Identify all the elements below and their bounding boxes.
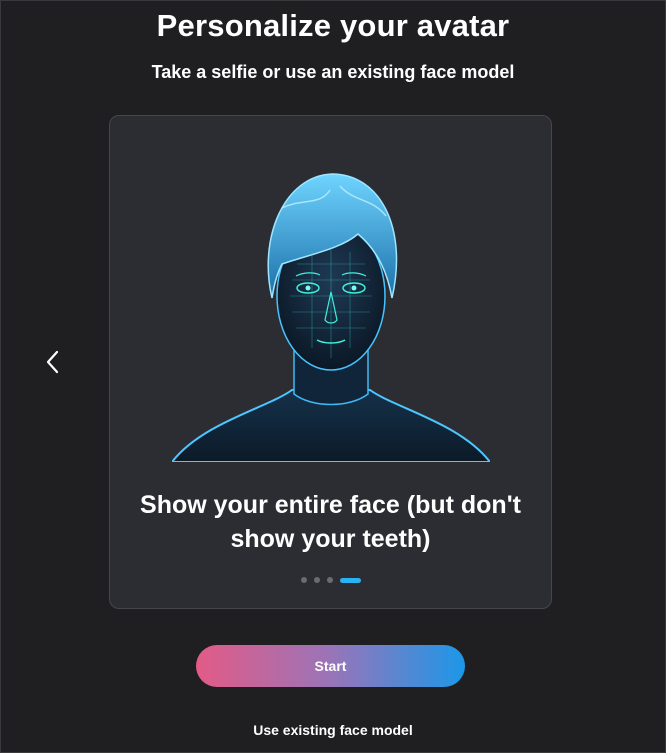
pagination-dot-active[interactable]: [339, 577, 361, 583]
page-subtitle: Take a selfie or use an existing face mo…: [151, 62, 515, 82]
pagination-dot[interactable]: [313, 577, 320, 583]
page-title: Personalize your avatar: [156, 8, 510, 43]
carousel-card: Show your entire face (but don't show yo…: [109, 115, 552, 609]
face-mesh-illustration: [169, 168, 493, 463]
pagination-dot[interactable]: [300, 577, 307, 583]
carousel-pagination: [110, 577, 551, 583]
start-button[interactable]: Start: [196, 645, 465, 687]
slide-caption: Show your entire face (but don't show yo…: [140, 491, 521, 553]
pagination-dot[interactable]: [326, 577, 333, 583]
use-existing-face-model-link[interactable]: Use existing face model: [0, 722, 666, 738]
chevron-left-icon[interactable]: [40, 346, 66, 378]
